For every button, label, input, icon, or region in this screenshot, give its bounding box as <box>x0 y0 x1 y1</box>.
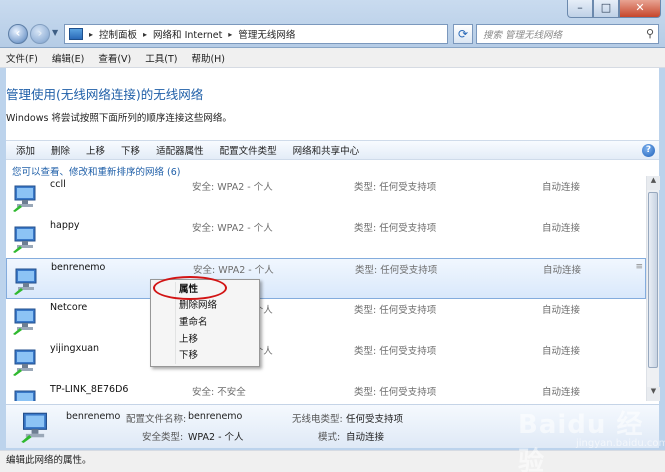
command-bar: 添加 删除 上移 下移 适配器属性 配置文件类型 网络和共享中心 ? <box>6 140 659 160</box>
breadcrumb-control-panel[interactable]: 控制面板 <box>99 27 137 41</box>
network-list: ccll 安全: WPA2 - 个人 类型: 任何受支持项 自动连接 happy… <box>6 176 646 401</box>
toolbar-add-button[interactable]: 添加 <box>16 143 35 157</box>
network-security: 安全: WPA2 - 个人 <box>193 265 274 276</box>
back-button[interactable]: ‹ <box>8 24 28 44</box>
network-row-selected[interactable]: benrenemo 安全: WPA2 - 个人 类型: 任何受支持项 自动连接 … <box>6 258 646 299</box>
network-connect-mode: 自动连接 <box>542 305 581 316</box>
network-name: happy <box>50 220 80 231</box>
network-type: 类型: 任何受支持项 <box>354 346 437 357</box>
details-security-label: 安全类型: <box>142 432 184 443</box>
details-profile-value: benrenemo <box>188 411 243 422</box>
network-name: benrenemo <box>51 262 106 273</box>
search-placeholder: 搜索 管理无线网络 <box>483 30 563 41</box>
menu-edit[interactable]: 编辑(E) <box>52 51 84 65</box>
scroll-thumb[interactable] <box>648 192 658 368</box>
vertical-scrollbar[interactable]: ▲ ▼ <box>646 176 660 401</box>
search-box[interactable]: 搜索 管理无线网络 ⚲ <box>476 24 659 44</box>
network-type: 类型: 任何受支持项 <box>354 387 437 398</box>
network-security: 安全: WPA2 - 个人 <box>192 182 273 193</box>
wireless-network-icon <box>13 226 36 253</box>
reorder-grip-icon[interactable]: ≡ <box>635 262 643 272</box>
network-type: 类型: 任何受支持项 <box>354 182 437 193</box>
breadcrumb-separator-icon: ▸ <box>228 29 233 39</box>
recent-pages-dropdown-icon[interactable]: ▼ <box>52 28 58 37</box>
breadcrumb-manage-wireless[interactable]: 管理无线网络 <box>238 27 295 41</box>
forward-arrow-icon: › <box>37 26 43 40</box>
search-icon[interactable]: ⚲ <box>646 27 654 40</box>
breadcrumb-separator-icon: ▸ <box>143 29 148 39</box>
network-connect-mode: 自动连接 <box>542 346 581 357</box>
network-connect-mode: 自动连接 <box>542 387 581 398</box>
details-network-name: benrenemo <box>66 411 121 422</box>
network-type: 类型: 任何受支持项 <box>355 265 438 276</box>
network-name: yijingxuan <box>50 343 100 354</box>
context-menu-delete-network[interactable]: 删除网络 <box>179 298 217 314</box>
maximize-button[interactable]: □ <box>593 0 619 18</box>
network-name: ccll <box>50 179 66 190</box>
back-arrow-icon: ‹ <box>15 26 21 40</box>
refresh-icon: ⟳ <box>457 27 469 41</box>
menu-file[interactable]: 文件(F) <box>6 51 38 65</box>
network-security: 安全: 不安全 <box>192 387 246 398</box>
wireless-network-icon <box>13 308 36 335</box>
details-radio-label: 无线电类型: <box>292 414 343 425</box>
network-row[interactable]: yijingxuan 安全: WPA2 - 个人 类型: 任何受支持项 自动连接 <box>6 340 646 381</box>
annotation-highlight-ring <box>153 276 227 300</box>
network-connect-mode: 自动连接 <box>542 223 581 234</box>
details-mode-value: 自动连接 <box>346 432 385 443</box>
page-subtitle: Windows 将尝试按照下面所列的顺序连接这些网络。 <box>6 113 232 124</box>
scroll-up-arrow-icon[interactable]: ▲ <box>647 176 660 190</box>
breadcrumb-separator-icon: ▸ <box>89 29 94 39</box>
content-pane: 管理使用(无线网络连接)的无线网络 Windows 将尝试按照下面所列的顺序连接… <box>6 68 660 448</box>
context-menu-rename[interactable]: 重命名 <box>179 315 208 331</box>
network-row[interactable]: Netcore 安全: WPA2 - 个人 类型: 任何受支持项 自动连接 <box>6 299 646 340</box>
network-name: TP-LINK_8E76D6 <box>50 384 129 395</box>
network-connect-mode: 自动连接 <box>542 182 581 193</box>
wireless-network-icon <box>21 412 47 443</box>
menu-help[interactable]: 帮助(H) <box>191 51 225 65</box>
address-bar[interactable]: ▸ 控制面板 ▸ 网络和 Internet ▸ 管理无线网络 <box>64 24 448 44</box>
context-menu-move-up[interactable]: 上移 <box>179 332 198 348</box>
forward-button[interactable]: › <box>30 24 50 44</box>
details-radio-value: 任何受支持项 <box>346 414 404 425</box>
refresh-button[interactable]: ⟳ <box>453 24 473 44</box>
breadcrumb-network-internet[interactable]: 网络和 Internet <box>153 27 222 41</box>
title-bar: ‹ › ▼ – □ ✕ ▸ 控制面板 ▸ 网络和 Internet ▸ 管理无线… <box>0 0 665 48</box>
context-menu-move-down[interactable]: 下移 <box>179 348 198 364</box>
menu-bar: 文件(F) 编辑(E) 查看(V) 工具(T) 帮助(H) <box>0 48 665 68</box>
menu-tools[interactable]: 工具(T) <box>145 51 177 65</box>
wireless-network-icon <box>13 349 36 376</box>
network-name: Netcore <box>50 302 88 313</box>
network-type: 类型: 任何受支持项 <box>354 223 437 234</box>
baidu-watermark-url: jingyan.baidu.com <box>576 438 665 449</box>
close-button[interactable]: ✕ <box>619 0 661 18</box>
wireless-network-icon <box>14 390 36 401</box>
window-controls: – □ ✕ <box>567 0 661 18</box>
control-panel-icon <box>69 28 83 40</box>
toolbar-delete-button[interactable]: 删除 <box>51 143 70 157</box>
menu-view[interactable]: 查看(V) <box>98 51 131 65</box>
scroll-down-arrow-icon[interactable]: ▼ <box>647 387 660 401</box>
toolbar-profile-type-button[interactable]: 配置文件类型 <box>220 143 277 157</box>
network-row[interactable]: happy 安全: WPA2 - 个人 类型: 任何受支持项 自动连接 <box>6 217 646 258</box>
page-title: 管理使用(无线网络连接)的无线网络 <box>6 87 204 102</box>
explorer-window: ‹ › ▼ – □ ✕ ▸ 控制面板 ▸ 网络和 Internet ▸ 管理无线… <box>0 0 665 472</box>
toolbar-move-up-button[interactable]: 上移 <box>86 143 105 157</box>
minimize-button[interactable]: – <box>567 0 593 18</box>
network-security: 安全: WPA2 - 个人 <box>192 223 273 234</box>
wireless-network-icon <box>13 185 36 212</box>
network-row[interactable]: ccll 安全: WPA2 - 个人 类型: 任何受支持项 自动连接 <box>6 176 646 217</box>
toolbar-move-down-button[interactable]: 下移 <box>121 143 140 157</box>
help-icon[interactable]: ? <box>642 144 655 157</box>
toolbar-network-sharing-center-button[interactable]: 网络和共享中心 <box>293 143 360 157</box>
details-mode-label: 模式: <box>318 432 341 443</box>
network-type: 类型: 任何受支持项 <box>354 305 437 316</box>
details-security-value: WPA2 - 个人 <box>188 432 244 443</box>
details-profile-label: 配置文件名称: <box>126 414 187 425</box>
network-row[interactable]: TP-LINK_8E76D6 安全: 不安全 类型: 任何受支持项 自动连接 <box>6 381 646 401</box>
wireless-network-icon <box>14 268 37 295</box>
network-connect-mode: 自动连接 <box>543 265 582 276</box>
toolbar-adapter-properties-button[interactable]: 适配器属性 <box>156 143 204 157</box>
